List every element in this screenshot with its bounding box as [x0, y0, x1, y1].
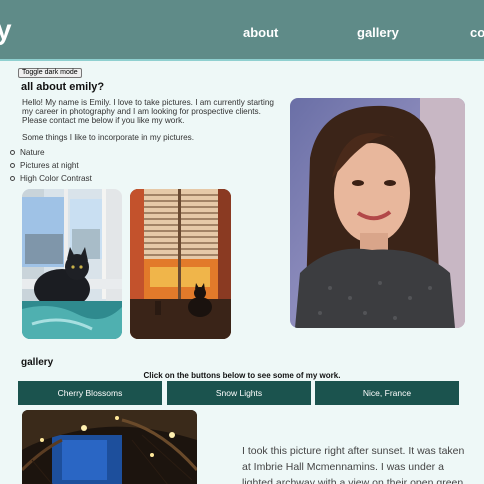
cat-window-photo [22, 189, 122, 339]
nav-about-link[interactable]: about [243, 25, 278, 40]
site-header: y about gallery co [0, 0, 484, 61]
cherry-blossoms-button[interactable]: Cherry Blossoms [18, 381, 162, 405]
snow-lights-button[interactable]: Snow Lights [167, 381, 311, 405]
nav-gallery-link[interactable]: gallery [357, 25, 399, 40]
nav-contact-link[interactable]: co [470, 25, 484, 40]
about-heading: all about emily? [21, 81, 105, 93]
likes-list: Nature Pictures at night High Color Cont… [10, 148, 92, 187]
about-incorporate-text: Some things I like to incorporate in my … [22, 133, 195, 142]
about-bio: Hello! My name is Emily. I love to take … [22, 98, 274, 125]
gallery-heading: gallery [21, 357, 54, 368]
night-archway-photo [22, 410, 197, 484]
site-logo[interactable]: y [0, 14, 12, 46]
gallery-instructions: Click on the buttons below to see some o… [143, 371, 341, 380]
sunset-blinds-photo [130, 189, 231, 339]
portrait-photo [290, 98, 465, 328]
list-item: Nature [10, 148, 92, 161]
toggle-dark-mode-button[interactable]: Toggle dark mode [18, 68, 82, 78]
list-item: High Color Contrast [10, 174, 92, 187]
nice-france-button[interactable]: Nice, France [315, 381, 459, 405]
gallery-caption: I took this picture right after sunset. … [242, 445, 465, 484]
list-item: Pictures at night [10, 161, 92, 174]
